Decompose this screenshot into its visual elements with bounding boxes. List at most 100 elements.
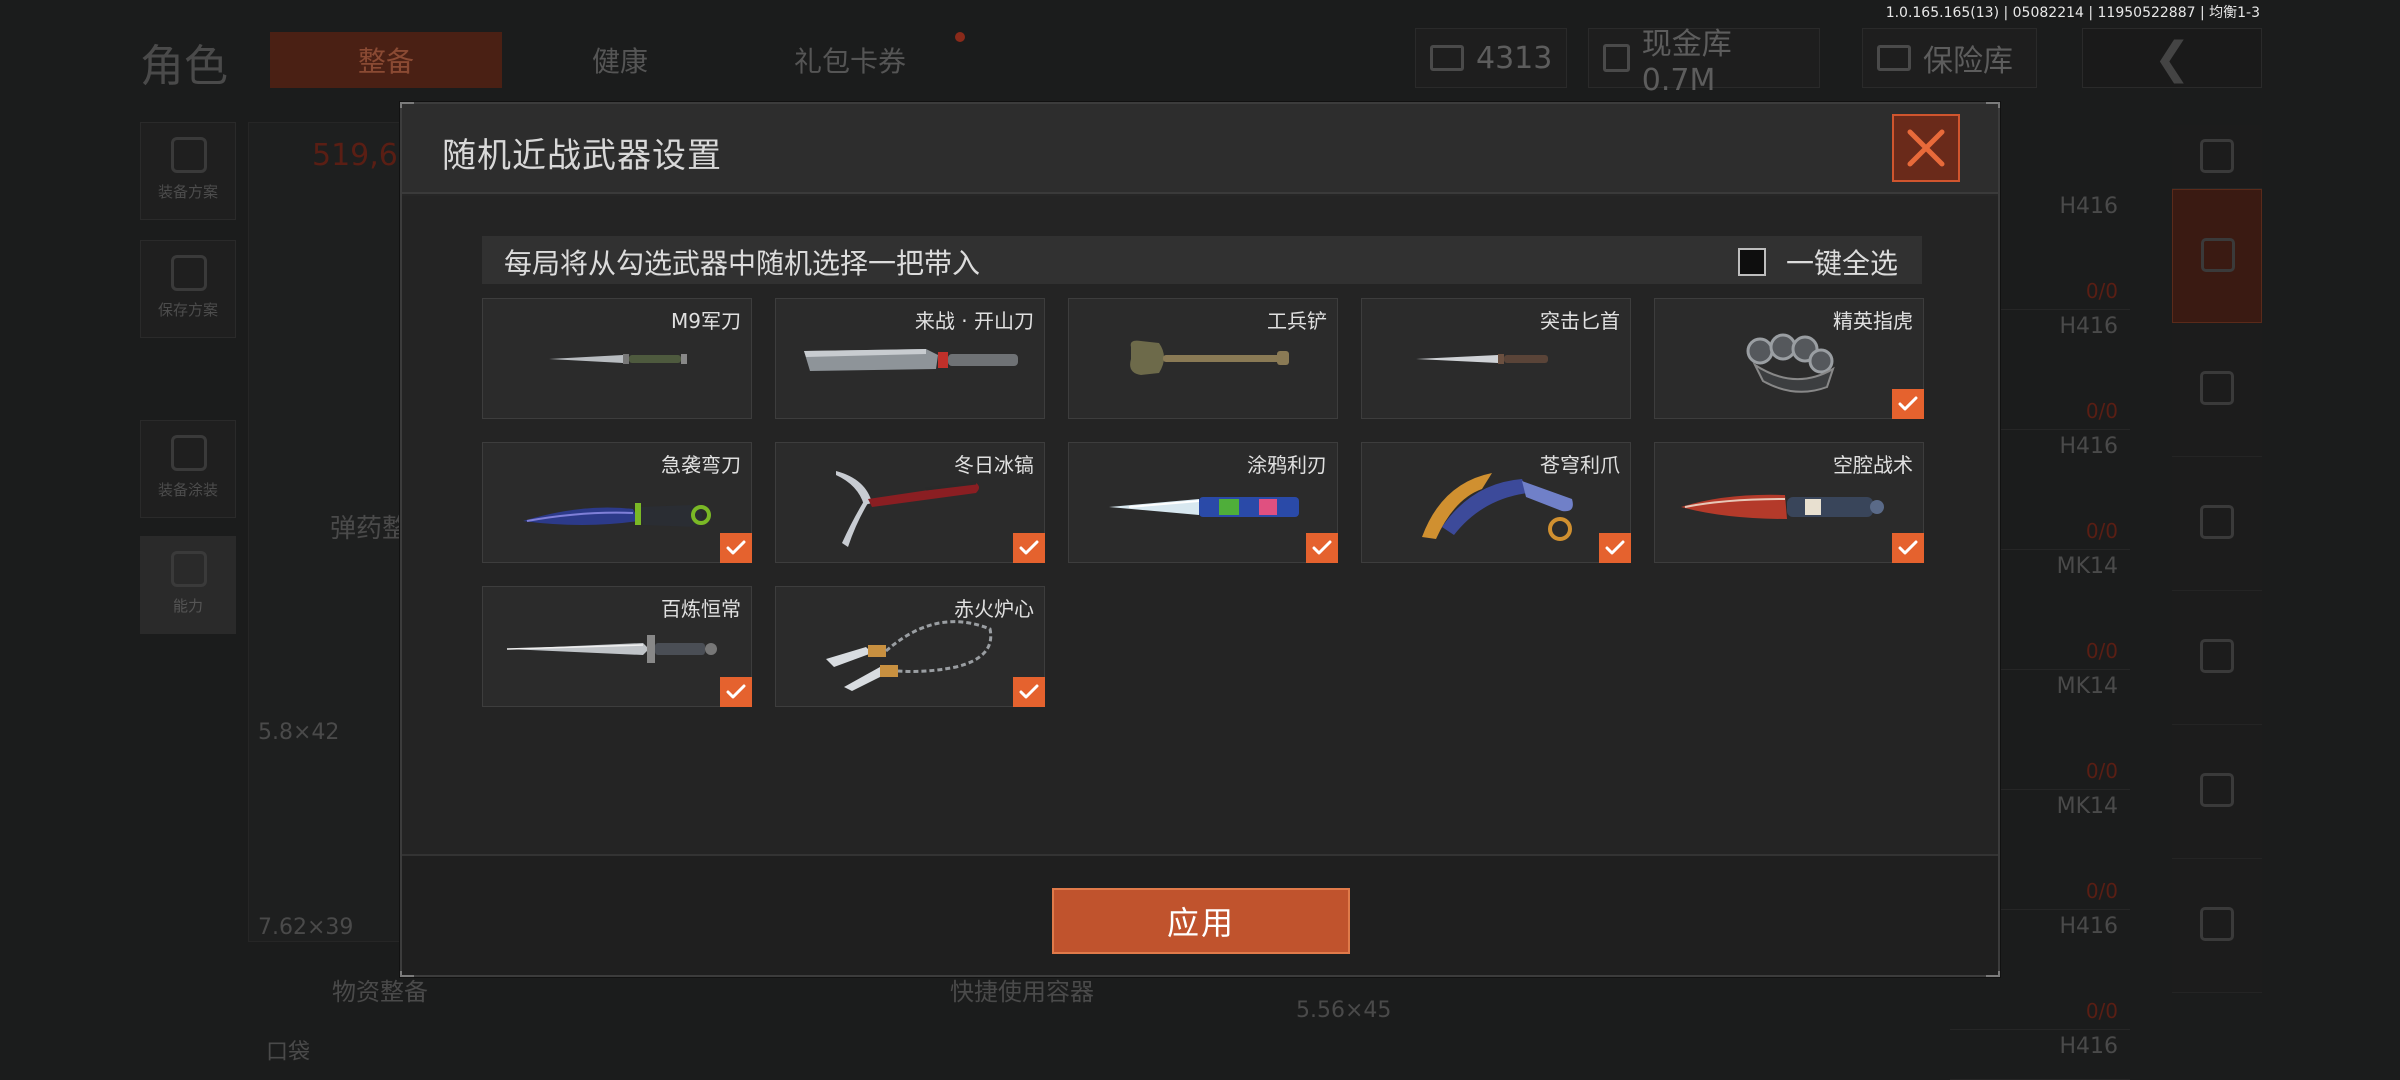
ammo-type-2: 7.62×39 bbox=[258, 915, 354, 940]
tab-health[interactable]: 健康 bbox=[540, 32, 700, 88]
dialog-header: 随机近战武器设置 bbox=[402, 104, 1998, 194]
list-item-name: MK14 bbox=[2056, 554, 2118, 579]
equipment-skin-button[interactable]: 装备涂装 bbox=[140, 420, 236, 518]
save-plan-label: 保存方案 bbox=[157, 301, 218, 319]
right-ammo-label: 5.56×45 bbox=[1296, 998, 1392, 1023]
category-melee[interactable] bbox=[2172, 189, 2262, 323]
weapon-card[interactable]: 赤火炉心 bbox=[775, 586, 1045, 707]
quick-container-label: 快捷使用容器 bbox=[950, 978, 1094, 1006]
check-icon bbox=[726, 684, 746, 699]
check-icon bbox=[1312, 540, 1332, 555]
back-button[interactable]: ❮ bbox=[2082, 28, 2262, 88]
tab-equipment[interactable]: 整备 bbox=[270, 32, 502, 88]
weapon-checkbox-checked[interactable] bbox=[720, 677, 752, 707]
category-helmet[interactable] bbox=[2172, 323, 2262, 457]
accessory-icon bbox=[2200, 907, 2234, 941]
weapon-name: 突击匕首 bbox=[1540, 309, 1620, 333]
ability-label: 能力 bbox=[172, 597, 203, 615]
ammo-button[interactable]: 弹药整 bbox=[330, 508, 408, 545]
safe-box-label: 保险库 bbox=[1923, 44, 2013, 79]
currency-value: 4313 bbox=[1476, 40, 1553, 76]
close-button[interactable] bbox=[1892, 114, 1960, 182]
check-icon bbox=[1019, 684, 1039, 699]
weapon-checkbox-checked[interactable] bbox=[1892, 533, 1924, 563]
vest-icon bbox=[171, 137, 207, 173]
category-accessory[interactable] bbox=[2172, 859, 2262, 993]
select-all-checkbox[interactable] bbox=[1737, 248, 1766, 276]
check-icon bbox=[1605, 540, 1625, 555]
medkit-icon bbox=[2200, 773, 2234, 807]
weapon-name: 急袭弯刀 bbox=[661, 453, 741, 477]
list-item[interactable]: H416 bbox=[1950, 1030, 2130, 1080]
weapon-checkbox-checked[interactable] bbox=[1599, 533, 1631, 563]
weapon-card[interactable]: 急袭弯刀 bbox=[482, 442, 752, 563]
weapon-checkbox-checked[interactable] bbox=[1306, 533, 1338, 563]
weapon-checkbox-checked[interactable] bbox=[1013, 533, 1045, 563]
layers-icon bbox=[2200, 139, 2234, 173]
list-item-count: 0/0 bbox=[2085, 879, 2118, 903]
cash-vault-button[interactable]: 现金库 0.7M bbox=[1588, 27, 1820, 98]
lightning-icon bbox=[171, 551, 207, 587]
weapon-name: M9军刀 bbox=[671, 309, 741, 333]
list-item-name: MK14 bbox=[2056, 674, 2118, 699]
loadout-plan-button[interactable]: 装备方案 bbox=[140, 122, 236, 220]
dialog-title: 随机近战武器设置 bbox=[442, 136, 722, 176]
list-item-count: 0/0 bbox=[2085, 759, 2118, 783]
check-icon bbox=[1898, 396, 1918, 411]
category-all[interactable] bbox=[2172, 125, 2262, 189]
apply-button[interactable]: 应用 bbox=[1052, 888, 1350, 954]
magazine-icon bbox=[2200, 639, 2234, 673]
category-medkit[interactable] bbox=[2172, 725, 2262, 859]
weapon-card[interactable]: 冬日冰镐 bbox=[775, 442, 1045, 563]
info-bar: 每局将从勾选武器中随机选择一把带入 一键全选 bbox=[482, 236, 1922, 284]
supplies-button[interactable]: 物资整备 bbox=[332, 972, 428, 1007]
weapon-checkbox-checked[interactable] bbox=[1892, 389, 1924, 419]
list-item-count: 0/0 bbox=[2085, 639, 2118, 663]
weapon-card[interactable]: 突击匕首 bbox=[1361, 298, 1631, 419]
select-all-toggle[interactable]: 一键全选 bbox=[1737, 242, 1898, 282]
weapon-name: 工兵铲 bbox=[1267, 309, 1327, 333]
currency-display: 4313 bbox=[1415, 28, 1568, 88]
weapon-name: 精英指虎 bbox=[1833, 309, 1913, 333]
melee-icon bbox=[2201, 238, 2235, 272]
info-text: 每局将从勾选武器中随机选择一把带入 bbox=[504, 247, 981, 280]
safe-icon bbox=[1877, 45, 1911, 71]
weapon-checkbox-checked[interactable] bbox=[1013, 677, 1045, 707]
ammo-type-1: 5.8×42 bbox=[258, 720, 340, 745]
weapon-name: 冬日冰镐 bbox=[954, 453, 1034, 477]
list-item-count: 0/0 bbox=[2085, 999, 2118, 1023]
pocket-label: 口袋 bbox=[266, 1040, 311, 1065]
weapon-card[interactable]: M9军刀 bbox=[482, 298, 752, 419]
helmet-icon bbox=[2200, 371, 2234, 405]
list-item-name: H416 bbox=[2059, 434, 2118, 459]
download-icon bbox=[171, 255, 207, 291]
close-icon bbox=[1907, 129, 1945, 167]
weapon-card[interactable]: 来战 · 开山刀 bbox=[775, 298, 1045, 419]
weapon-name: 涂鸦利刃 bbox=[1247, 453, 1327, 477]
weapon-checkbox-checked[interactable] bbox=[720, 533, 752, 563]
select-all-label: 一键全选 bbox=[1785, 247, 1898, 280]
notification-dot bbox=[955, 32, 965, 42]
weapon-card[interactable]: 苍穹利爪 bbox=[1361, 442, 1631, 563]
list-item-name: H416 bbox=[2059, 1034, 2118, 1059]
weapon-card[interactable]: 精英指虎 bbox=[1654, 298, 1924, 419]
back-arrow-icon: ❮ bbox=[2153, 32, 2191, 84]
list-item-name: H416 bbox=[2059, 314, 2118, 339]
tab-gift-coupons[interactable]: 礼包卡券 bbox=[760, 32, 940, 88]
list-item-count: 0/0 bbox=[2085, 519, 2118, 543]
safe-box-button[interactable]: 保险库 bbox=[1862, 28, 2037, 88]
ability-button[interactable]: 能力 bbox=[140, 536, 236, 634]
category-magazine[interactable] bbox=[2172, 591, 2262, 725]
list-item-name: H416 bbox=[2059, 914, 2118, 939]
weapon-name: 百炼恒常 bbox=[661, 597, 741, 621]
category-rifle[interactable] bbox=[2172, 457, 2262, 591]
weapon-card[interactable]: 涂鸦利刃 bbox=[1068, 442, 1338, 563]
equipment-skin-label: 装备涂装 bbox=[157, 481, 218, 499]
version-info: 1.0.165.165(13) | 05082214 | 11950522887… bbox=[1885, 5, 2260, 21]
dialog-body: 每局将从勾选武器中随机选择一把带入 一键全选 M9军刀 来战 · 开山刀 工兵铲 突击… bbox=[402, 196, 1998, 854]
weapon-card[interactable]: 工兵铲 bbox=[1068, 298, 1338, 419]
save-plan-button[interactable]: 保存方案 bbox=[140, 240, 236, 338]
weapon-card[interactable]: 空腔战术 bbox=[1654, 442, 1924, 563]
weapon-card[interactable]: 百炼恒常 bbox=[482, 586, 752, 707]
weapon-name: 苍穹利爪 bbox=[1540, 453, 1620, 477]
